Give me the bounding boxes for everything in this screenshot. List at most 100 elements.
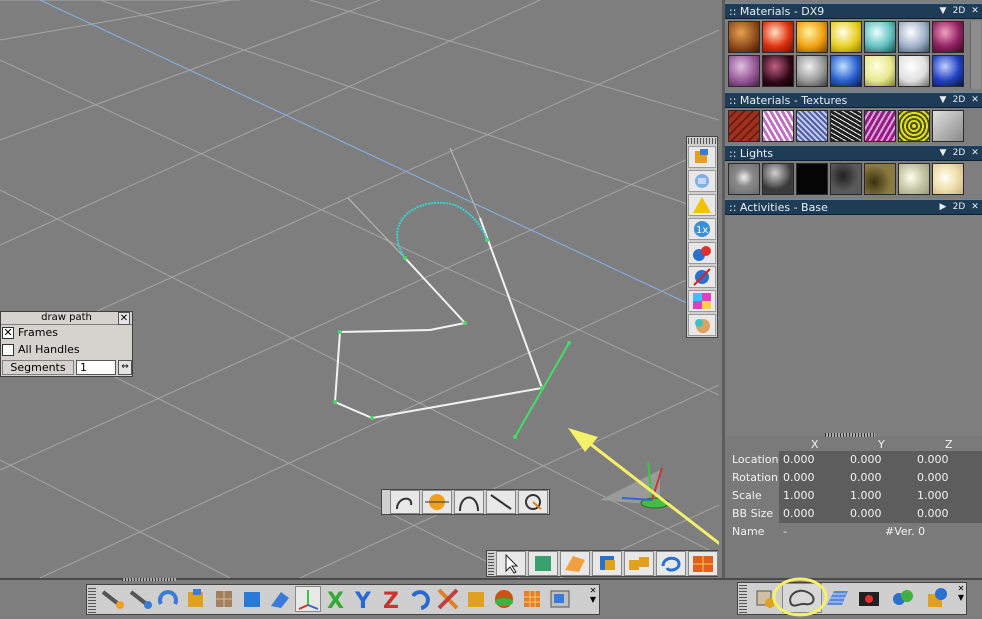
material-swatch[interactable] [830,21,862,53]
box-select-button[interactable] [528,551,558,576]
light-swatch[interactable] [762,163,794,195]
material-swatch[interactable] [796,55,828,87]
toolbar-options[interactable]: ✕ ▼ [957,584,965,613]
lights-header[interactable]: :: Lights ▼ 2D ✕ [725,145,982,161]
paint-tool-button[interactable] [688,314,716,336]
material-swatch[interactable] [932,55,964,87]
color-tool-button[interactable] [688,290,716,312]
view-mode-toggle[interactable]: 2D [951,94,967,106]
cube-tool-button[interactable] [239,586,265,612]
grid-primitive-button[interactable] [519,586,545,612]
close-path-button[interactable] [518,490,548,514]
object-select-button[interactable] [592,551,622,576]
material-swatch[interactable] [932,21,964,53]
texture-swatch[interactable] [830,110,862,142]
particles-tool-button[interactable] [688,242,716,264]
undo-rotate-button[interactable] [407,586,433,612]
material-swatch[interactable] [796,21,828,53]
object-tool-button[interactable] [688,170,716,192]
view-mode-toggle[interactable]: 2D [951,147,967,159]
rotation-x[interactable]: 0.000 [783,471,815,484]
material-swatch[interactable] [728,55,760,87]
material-tool-button[interactable] [890,585,916,611]
move-tool-button[interactable] [99,586,125,612]
texture-swatch[interactable] [932,110,964,142]
strip-grip[interactable] [688,138,716,144]
bbsize-z[interactable]: 0.000 [917,507,949,520]
scene-tool-button[interactable] [688,146,716,168]
face-select-button[interactable] [560,551,590,576]
cross-tool-button[interactable] [435,586,461,612]
location-x[interactable]: 0.000 [783,453,815,466]
activities-header[interactable]: :: Activities - Base ▶ 2D ✕ [725,199,982,215]
texture-swatch[interactable] [864,110,896,142]
bbsize-x[interactable]: 0.000 [783,507,815,520]
toolbar-grip[interactable] [88,586,96,613]
frames-checkbox[interactable]: ✕ [2,327,14,339]
materials-dx9-scrollbar[interactable] [970,21,981,89]
z-axis-button[interactable]: Z [379,586,405,614]
xyz-axis-button[interactable] [295,586,321,612]
texture-swatch[interactable] [728,110,760,142]
segments-input[interactable]: 1 [76,360,116,375]
scale-object-button[interactable] [183,586,209,612]
scale-z[interactable]: 1.000 [917,489,949,502]
panel-splitter[interactable] [825,433,875,437]
scale-x[interactable]: 1.000 [783,489,815,502]
light-swatch[interactable] [830,163,862,195]
light-tool-button[interactable] [688,194,716,216]
deform-tool-button[interactable] [267,586,293,612]
material-swatch[interactable] [762,21,794,53]
materials-dx9-header[interactable]: :: Materials - DX9 ▼ 2D ✕ [725,3,982,19]
arc-path-button[interactable] [454,490,484,514]
viewport-3d[interactable]: draw path ✕ ✕ Frames All Handles Segment… [0,0,719,578]
lasso-select-button[interactable] [656,551,686,576]
grid-select-button[interactable] [688,551,718,576]
pointer-select-button[interactable] [496,551,526,576]
scale-tool-button[interactable]: 1x [688,218,716,240]
texture-swatch[interactable] [796,110,828,142]
materials-textures-header[interactable]: :: Materials - Textures ▼ 2D ✕ [725,92,982,108]
location-y[interactable]: 0.000 [850,453,882,466]
chevron-down-icon[interactable]: ▼ [937,147,949,159]
material-swatch[interactable] [898,21,930,53]
render-tool-button[interactable] [924,585,950,611]
box-primitive-button[interactable] [463,586,489,612]
texture-swatch[interactable] [762,110,794,142]
close-icon[interactable]: ✕ [969,5,981,17]
rotation-z[interactable]: 0.000 [917,471,949,484]
camera-tool-button[interactable] [856,585,882,611]
texture-tool-button[interactable] [211,586,237,612]
y-axis-button[interactable]: Y [351,586,377,614]
material-swatch[interactable] [864,55,896,87]
move-axis-button[interactable] [127,586,153,612]
location-z[interactable]: 0.000 [917,453,949,466]
sphere-path-button[interactable] [422,490,452,514]
light-swatch[interactable] [898,163,930,195]
bbsize-y[interactable]: 0.000 [850,507,882,520]
view-mode-toggle[interactable]: 2D [951,201,967,213]
chevron-down-icon[interactable]: ▼ [937,5,949,17]
toolbar-grip[interactable] [739,584,747,613]
scale-y[interactable]: 1.000 [850,489,882,502]
close-icon[interactable]: ✕ [118,312,130,325]
freehand-path-button[interactable] [390,490,420,514]
window-tool-button[interactable] [547,586,573,612]
close-icon[interactable]: ✕ [969,147,981,159]
toolbar-options[interactable]: ✕ ▼ [589,586,597,613]
no-render-tool-button[interactable] [688,266,716,288]
material-swatch[interactable] [728,21,760,53]
all-handles-checkbox[interactable] [2,344,14,356]
segments-button[interactable]: Segments [2,360,74,375]
texture-swatch[interactable] [898,110,930,142]
sphere-primitive-button[interactable] [491,586,517,612]
group-select-button[interactable] [624,551,654,576]
material-swatch[interactable] [830,55,862,87]
chevron-down-icon[interactable]: ▼ [937,94,949,106]
light-swatch[interactable] [728,163,760,195]
material-swatch[interactable] [762,55,794,87]
strip-grip[interactable] [488,552,494,575]
rotation-y[interactable]: 0.000 [850,471,882,484]
close-icon[interactable]: ✕ [969,201,981,213]
x-axis-button[interactable]: X [323,586,349,614]
